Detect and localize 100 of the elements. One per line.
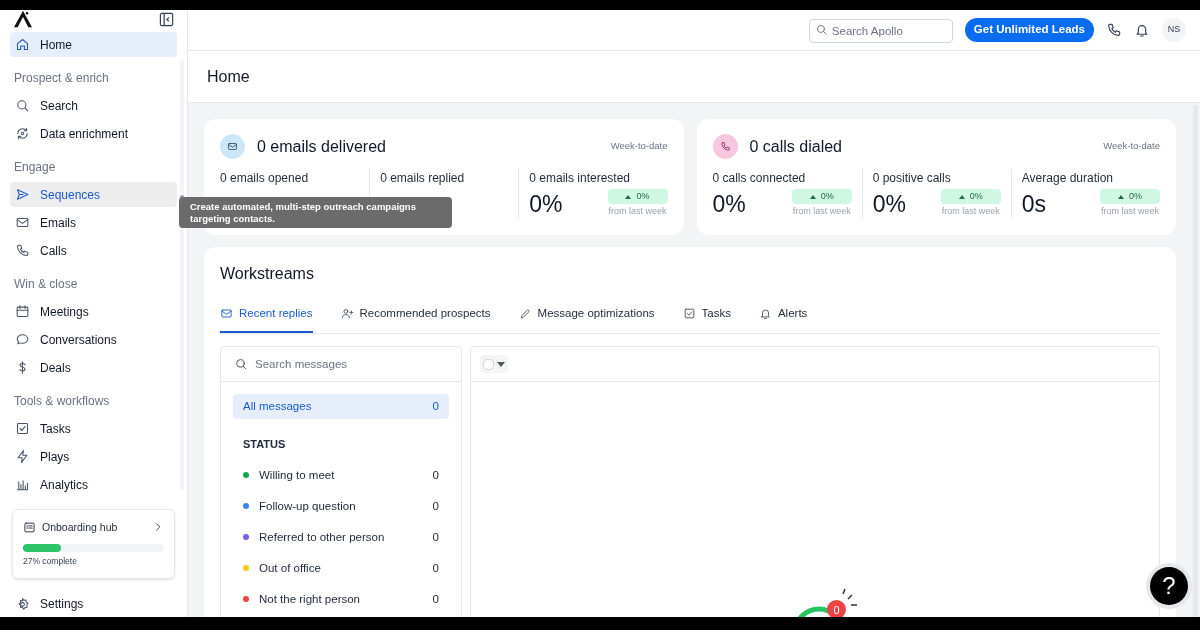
checkbox-icon [15,421,30,436]
nav-item[interactable]: Meetings [10,299,177,324]
up-triangle-icon [809,194,816,199]
change-value: 0% [820,190,834,203]
nav-item[interactable]: Deals [10,355,177,380]
status-item[interactable]: Referred to other person 0 [233,521,449,553]
envelope-icon [220,307,233,321]
page-title: Home [207,66,250,87]
search-field[interactable]: Search messages [225,351,457,378]
change-note: from last week [792,205,851,219]
up-triangle-icon [1118,194,1124,199]
collapse-sidebar-icon[interactable] [159,11,174,27]
phone-icon [719,141,731,152]
checkbox[interactable] [483,358,494,370]
section-heading: Engage [13,158,57,176]
period-label: Week-to-date [1103,139,1160,154]
section-title: Workstreams [220,264,315,284]
onboarding-card[interactable]: Onboarding hub 27% complete [12,508,175,579]
caret-icon [497,361,505,367]
nav-item[interactable]: Conversations [10,327,177,352]
metric-value: 0% [712,190,746,218]
nav-item[interactable]: Emails [10,210,177,235]
help-button[interactable]: ? [1150,567,1188,605]
onboarding-title: Onboarding hub [42,519,119,535]
nav-item[interactable]: Sequences [10,182,177,207]
checkbox-icon [682,307,696,321]
card-title: 0 calls dialed [749,136,843,157]
tab[interactable]: Message optimizations [518,305,655,334]
progress-caption: 27% complete [23,555,78,568]
tab[interactable]: Recent replies [220,305,313,334]
status-item[interactable]: Not the right person 0 [233,583,449,615]
phone-icon[interactable] [1106,22,1122,38]
settings-icon [15,596,30,612]
metric-value: 0% [529,190,563,218]
search-icon [814,23,828,36]
change-note: from last week [608,205,667,219]
tab[interactable]: Alerts [758,305,808,334]
count-badge: 0 [827,600,846,617]
metric-value: 0s [1021,190,1047,218]
status-label: Follow-up question [259,498,357,514]
metric-label: 0 emails replied [380,170,466,187]
bell-icon [758,307,772,321]
search-icon [15,98,30,113]
checklist-icon [23,520,36,534]
settings-item[interactable]: Settings [10,591,89,617]
status-count: 0 [432,529,439,545]
logo-icon[interactable] [13,10,33,29]
metric-label: 0 emails opened [220,170,310,187]
section-heading: Tools & workflows [13,392,111,410]
bell-icon[interactable] [1134,22,1150,38]
home-icon [15,37,30,52]
search-field[interactable]: Search Apollo [808,18,953,43]
speech-bubble-icon [15,332,30,347]
add-person-icon [340,307,354,321]
status-label: Out of office [259,560,322,576]
scrollbar[interactable] [1193,105,1198,617]
nav-item[interactable]: Search [10,93,177,118]
period-label: Week-to-date [610,139,668,154]
status-label: Referred to other person [259,529,386,545]
lightning-icon [15,449,30,464]
get-leads-button[interactable]: Get Unlimited Leads [964,18,1094,42]
tab[interactable]: Recommended prospects [340,305,491,334]
nav-item[interactable]: Data enrichment [10,121,177,146]
tooltip: Create automated, multi-step outreach campaigns targeting contacts. [179,197,452,228]
nav-item[interactable]: Analytics [10,472,177,497]
metric-label: 0 emails interested [529,170,632,187]
change-value: 0% [636,190,650,203]
tab[interactable]: Tasks [682,305,731,334]
status-item[interactable]: Willing to meet 0 [233,459,449,491]
change-value: 0% [1129,190,1142,203]
nav-item[interactable]: Home [10,32,177,57]
nav-item[interactable]: Tasks [10,416,177,441]
nav-item[interactable]: Plays [10,444,177,469]
change-note: from last week [941,205,1000,219]
status-item[interactable]: Follow-up question 0 [233,490,449,522]
status-label: Not the right person [259,591,361,607]
phone-icon [15,243,30,258]
status-count: 0 [432,498,439,514]
status-item[interactable]: Out of office 0 [233,552,449,584]
nav-item[interactable]: Calls [10,238,177,263]
folder-item[interactable]: All messages 0 [233,394,449,420]
status-label: Willing to meet [259,467,336,483]
select-all-dropdown[interactable] [480,355,508,374]
paper-plane-icon [15,187,30,202]
folder-label: All messages [243,399,312,415]
search-icon [234,357,248,372]
metric-label: Average duration [1021,170,1114,187]
section-heading: Prospect & enrich [13,69,110,87]
envelope-icon [227,141,238,152]
envelope-icon [15,215,30,230]
calendar-icon [15,304,30,319]
refresh-icon [15,126,30,141]
avatar[interactable]: NS [1162,18,1186,42]
metric-label: 0 calls connected [712,170,807,187]
bar-chart-icon [15,477,30,492]
status-count: 0 [432,560,439,576]
status-count: 0 [432,467,439,483]
status-heading: STATUS [242,437,287,453]
pencil-icon [518,307,532,321]
metric-label: 0 positive calls [872,170,952,187]
